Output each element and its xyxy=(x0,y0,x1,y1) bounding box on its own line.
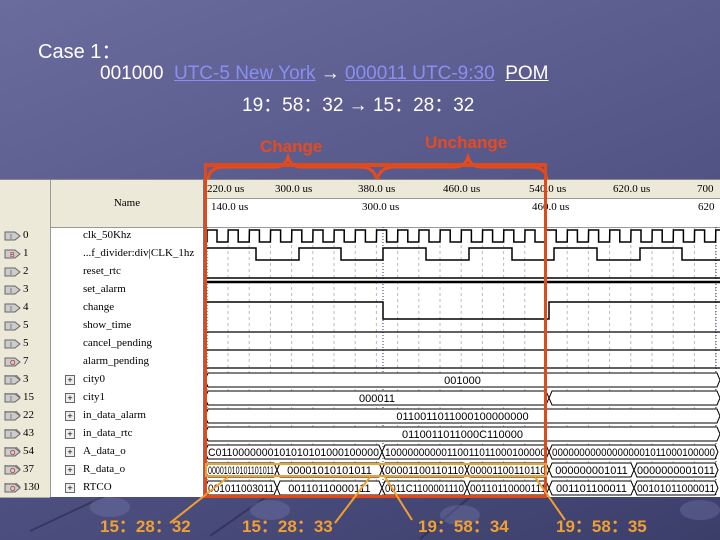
arrow-line xyxy=(334,476,371,524)
time-label-1: 15：28：32 xyxy=(100,517,191,536)
time-label-4: 19：58：35 xyxy=(556,517,647,536)
annotation-arrows xyxy=(169,476,566,524)
time-label-3: 19：58：34 xyxy=(418,517,509,536)
time-label-2: 15：28：33 xyxy=(242,517,333,536)
arrow-line xyxy=(384,476,413,521)
